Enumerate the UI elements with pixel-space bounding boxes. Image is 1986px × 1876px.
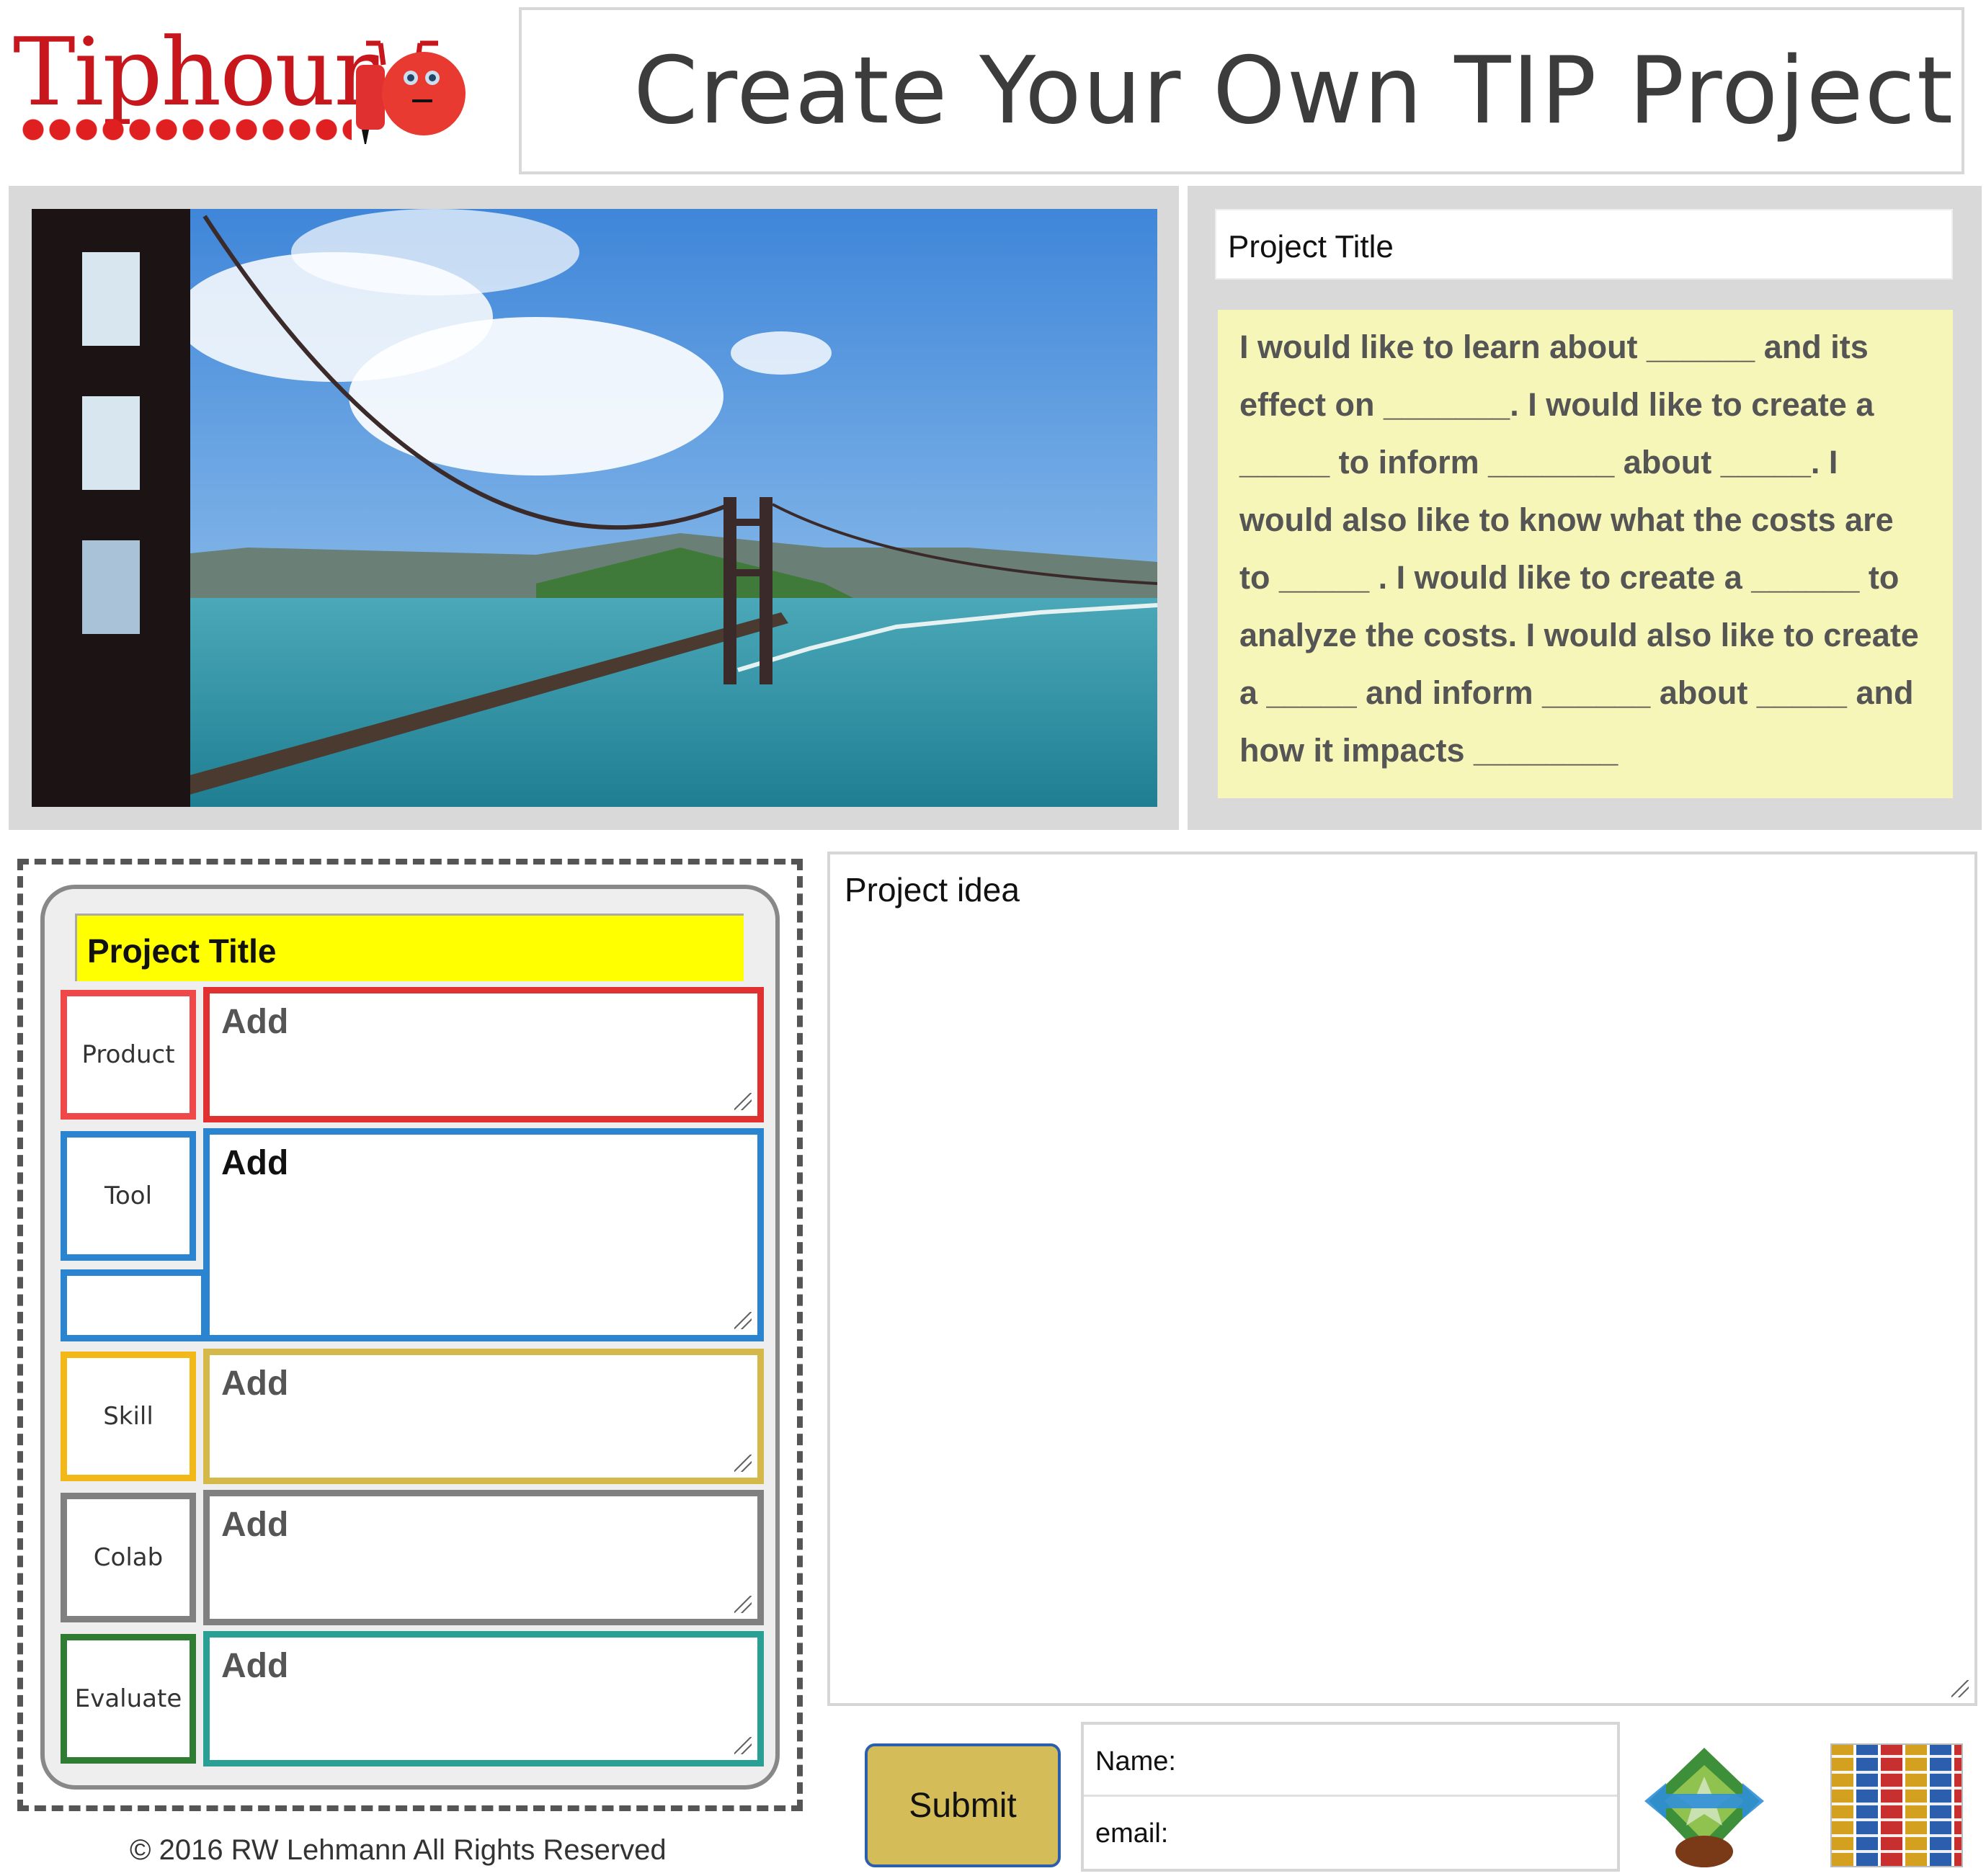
tool-textarea[interactable]: Add bbox=[203, 1128, 764, 1341]
copyright-text: © 2016 RW Lehmann All Rights Reserved bbox=[130, 1834, 667, 1866]
bridge-image bbox=[32, 209, 1157, 807]
name-label: Name: bbox=[1095, 1746, 1176, 1777]
tool-extra-slot[interactable] bbox=[61, 1269, 208, 1341]
planner-title-field[interactable]: Project Title bbox=[75, 914, 744, 981]
email-field[interactable]: email: bbox=[1084, 1797, 1617, 1869]
resize-grip-icon[interactable] bbox=[734, 1312, 752, 1329]
golden-gate-photo bbox=[32, 209, 1157, 807]
resize-grip-icon[interactable] bbox=[1951, 1680, 1969, 1697]
project-template-text: I would like to learn about ______ and i… bbox=[1218, 310, 1953, 798]
skill-textarea[interactable]: Add bbox=[203, 1349, 764, 1484]
resize-grip-icon[interactable] bbox=[734, 1737, 752, 1754]
label-evaluate: Evaluate bbox=[61, 1634, 196, 1764]
name-field[interactable]: Name: bbox=[1084, 1725, 1617, 1797]
resize-grip-icon[interactable] bbox=[734, 1455, 752, 1472]
evaluate-textarea-value: Add bbox=[221, 1647, 289, 1685]
label-tool: Tool bbox=[61, 1131, 196, 1261]
evaluate-textarea[interactable]: Add bbox=[203, 1631, 764, 1766]
tool-textarea-value: Add bbox=[221, 1144, 289, 1182]
contact-fields: Name: email: bbox=[1081, 1722, 1620, 1872]
product-textarea-value: Add bbox=[221, 1003, 289, 1041]
colab-textarea-value: Add bbox=[221, 1506, 289, 1544]
sticker-grid-icon[interactable] bbox=[1830, 1743, 1963, 1867]
label-product: Product bbox=[61, 990, 196, 1120]
header-title-box: Create Your Own TIP Project bbox=[519, 7, 1964, 174]
logo-text: Tiphour bbox=[13, 17, 378, 127]
ant-mascot-icon bbox=[356, 40, 466, 144]
page-title: Create Your Own TIP Project bbox=[633, 37, 1954, 145]
label-colab: Colab bbox=[61, 1493, 196, 1622]
recycle-badge-icon[interactable] bbox=[1637, 1743, 1771, 1870]
project-idea-placeholder: Project idea bbox=[845, 871, 1020, 908]
logo-dots bbox=[20, 117, 352, 146]
skill-textarea-value: Add bbox=[221, 1364, 289, 1403]
project-title-input[interactable]: Project Title bbox=[1215, 209, 1953, 280]
email-label: email: bbox=[1095, 1818, 1169, 1849]
colab-textarea[interactable]: Add bbox=[203, 1490, 764, 1625]
resize-grip-icon[interactable] bbox=[734, 1596, 752, 1613]
tiphour-logo[interactable]: Tiphour bbox=[13, 14, 474, 151]
project-idea-textarea[interactable]: Project idea bbox=[827, 852, 1977, 1706]
product-textarea[interactable]: Add bbox=[203, 987, 764, 1122]
submit-button[interactable]: Submit bbox=[865, 1743, 1061, 1867]
resize-grip-icon[interactable] bbox=[734, 1093, 752, 1110]
label-skill: Skill bbox=[61, 1352, 196, 1481]
